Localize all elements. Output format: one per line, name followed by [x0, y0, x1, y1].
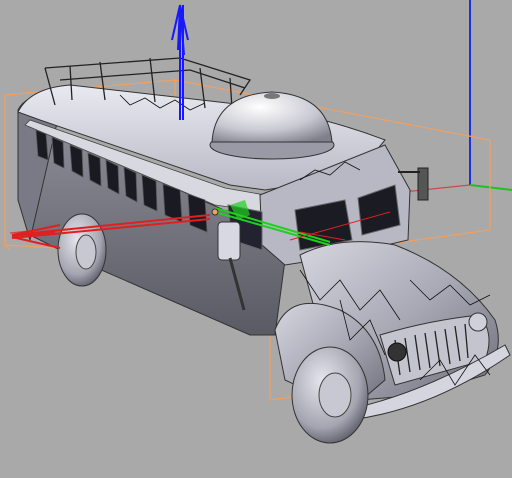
- rear-wheel: [57, 213, 107, 287]
- headlight-right: [468, 312, 488, 332]
- side-mirror: [217, 221, 241, 261]
- headlight-left: [387, 342, 407, 362]
- 3d-viewport[interactable]: [0, 0, 512, 478]
- front-wheel: [291, 346, 369, 444]
- world-axis-y: [469, 184, 512, 191]
- roof-dome: [209, 91, 335, 160]
- bus-model[interactable]: [17, 57, 511, 444]
